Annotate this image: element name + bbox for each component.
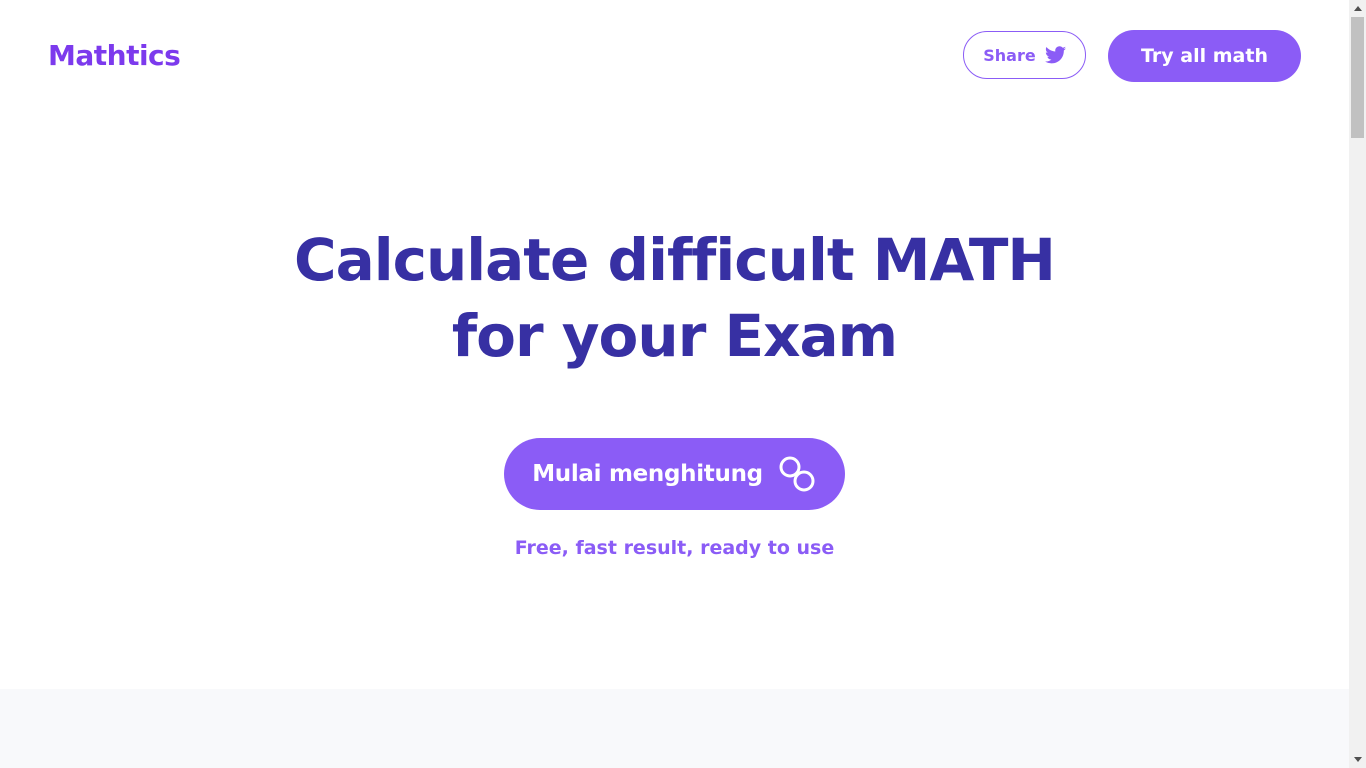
try-all-math-button[interactable]: Try all math — [1108, 30, 1301, 82]
start-calculating-button[interactable]: Mulai menghitung — [504, 438, 845, 510]
hero-tagline: Free, fast result, ready to use — [514, 537, 835, 559]
twitter-icon — [1044, 46, 1066, 64]
start-button-label: Mulai menghitung — [532, 461, 763, 487]
scroll-down-arrow-icon[interactable] — [1349, 751, 1366, 768]
headline-line-1: Calculate difficult MATH — [294, 226, 1056, 294]
hero-headline: Calculate difficult MATH for your Exam — [0, 222, 1349, 374]
page: Mathtics Share Try all math Calculate di… — [0, 0, 1349, 768]
scroll-up-arrow-icon[interactable] — [1349, 0, 1366, 17]
next-section — [0, 689, 1349, 768]
vertical-scrollbar[interactable] — [1349, 0, 1366, 768]
scrollbar-thumb[interactable] — [1351, 17, 1364, 138]
share-button[interactable]: Share — [963, 31, 1086, 79]
logo[interactable]: Mathtics — [48, 36, 181, 76]
infinity-loop-icon — [779, 456, 815, 492]
headline-line-2: for your Exam — [451, 302, 898, 370]
share-label: Share — [983, 45, 1036, 65]
